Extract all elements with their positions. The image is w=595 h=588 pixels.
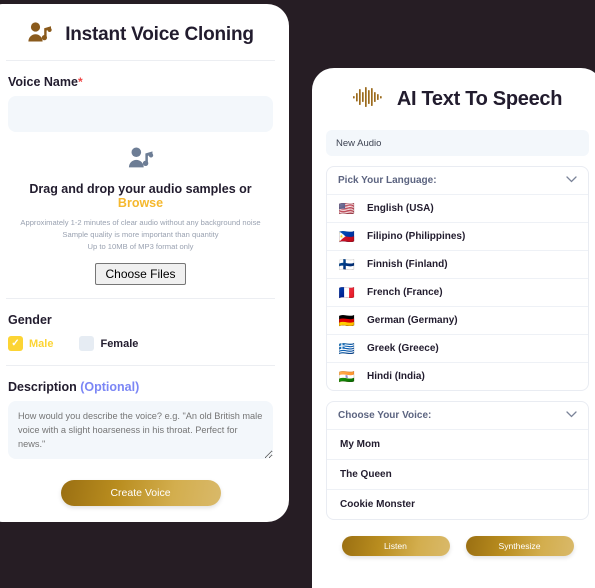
gender-option-female-label: Female bbox=[100, 337, 139, 350]
flag-icon: 🇺🇸 bbox=[338, 201, 356, 216]
voice-option[interactable]: Cookie Monster bbox=[327, 489, 588, 519]
gender-label: Gender bbox=[8, 313, 52, 327]
description-optional-tag: (Optional) bbox=[80, 380, 140, 394]
checkbox-male[interactable]: ✓ bbox=[8, 336, 23, 351]
language-option-label: French (France) bbox=[367, 287, 443, 298]
voice-name-label-text: Voice Name bbox=[8, 75, 78, 89]
tts-title: AI Text To Speech bbox=[396, 87, 563, 110]
dropzone-instruction: Drag and drop your audio samples or bbox=[29, 182, 252, 196]
flag-icon: 🇫🇷 bbox=[338, 285, 356, 300]
person-music-note-icon bbox=[27, 21, 53, 50]
audio-name-input[interactable] bbox=[326, 130, 589, 156]
gender-divider bbox=[6, 365, 275, 366]
flag-icon: 🇵🇭 bbox=[338, 229, 356, 244]
language-option-label: Greek (Greece) bbox=[367, 343, 439, 354]
synthesize-button[interactable]: Synthesize bbox=[465, 536, 574, 556]
description-label: Description (Optional) bbox=[8, 380, 273, 394]
language-option-label: Filipino (Philippines) bbox=[367, 231, 466, 242]
flag-icon: 🇫🇮 bbox=[338, 257, 356, 272]
gender-option-female[interactable]: Female bbox=[79, 336, 138, 351]
dropzone-divider bbox=[6, 298, 275, 299]
voice-name-label: Voice Name* bbox=[8, 75, 273, 89]
language-option[interactable]: 🇮🇳 Hindi (India) bbox=[327, 362, 588, 390]
dropzone-hint: Approximately 1-2 minutes of clear audio… bbox=[20, 218, 261, 227]
dropzone-hints: Approximately 1-2 minutes of clear audio… bbox=[8, 217, 273, 253]
language-panel: Pick Your Language: 🇺🇸 English (USA) 🇵🇭 … bbox=[326, 166, 589, 391]
app-root: Instant Voice Cloning Voice Name* Drag a… bbox=[0, 0, 595, 588]
tts-actions: Listen Synthesize bbox=[326, 536, 589, 556]
dropzone-main-text: Drag and drop your audio samples or Brow… bbox=[8, 182, 273, 210]
chevron-down-icon[interactable] bbox=[566, 410, 577, 421]
dropzone-hint: Sample quality is more important than qu… bbox=[62, 230, 219, 239]
header-divider bbox=[6, 60, 275, 61]
choose-files-button[interactable]: Choose Files bbox=[95, 263, 186, 285]
voice-panel: Choose Your Voice: My Mom The Queen Cook… bbox=[326, 401, 589, 520]
person-music-note-icon bbox=[8, 146, 273, 176]
description-label-text: Description bbox=[8, 380, 77, 394]
language-options-list[interactable]: 🇺🇸 English (USA) 🇵🇭 Filipino (Philippine… bbox=[327, 194, 588, 390]
listen-button[interactable]: Listen bbox=[341, 536, 450, 556]
instant-voice-cloning-card: Instant Voice Cloning Voice Name* Drag a… bbox=[0, 4, 289, 522]
language-option-label: Hindi (India) bbox=[367, 371, 425, 382]
audio-dropzone[interactable]: Drag and drop your audio samples or Brow… bbox=[8, 132, 273, 285]
description-textarea[interactable] bbox=[8, 401, 273, 459]
language-option[interactable]: 🇬🇷 Greek (Greece) bbox=[327, 334, 588, 362]
language-panel-header[interactable]: Pick Your Language: bbox=[327, 167, 588, 194]
language-option[interactable]: 🇫🇮 Finnish (Finland) bbox=[327, 250, 588, 278]
language-option-label: German (Germany) bbox=[367, 315, 458, 326]
voice-name-input[interactable] bbox=[8, 96, 273, 132]
language-option[interactable]: 🇩🇪 German (Germany) bbox=[327, 306, 588, 334]
language-option[interactable]: 🇫🇷 French (France) bbox=[327, 278, 588, 306]
chevron-down-icon[interactable] bbox=[566, 175, 577, 186]
gender-options: ✓ Male Female bbox=[8, 336, 273, 351]
ai-text-to-speech-card: AI Text To Speech Pick Your Language: 🇺🇸… bbox=[312, 68, 595, 588]
voice-cloning-title: Instant Voice Cloning bbox=[65, 24, 254, 45]
audio-waveform-icon bbox=[352, 86, 383, 113]
language-option[interactable]: 🇺🇸 English (USA) bbox=[327, 194, 588, 222]
voice-panel-label: Choose Your Voice: bbox=[338, 410, 432, 421]
browse-link[interactable]: Browse bbox=[118, 196, 163, 210]
voice-panel-header[interactable]: Choose Your Voice: bbox=[327, 402, 588, 429]
gender-option-male-label: Male bbox=[29, 337, 54, 350]
tts-header: AI Text To Speech bbox=[326, 68, 589, 130]
language-option[interactable]: 🇵🇭 Filipino (Philippines) bbox=[327, 222, 588, 250]
dropzone-hint: Up to 10MB of MP3 format only bbox=[87, 242, 194, 251]
create-voice-button[interactable]: Create Voice bbox=[60, 480, 221, 506]
flag-icon: 🇩🇪 bbox=[338, 313, 356, 328]
checkbox-female[interactable] bbox=[79, 336, 95, 351]
flag-icon: 🇬🇷 bbox=[338, 341, 356, 356]
language-panel-label: Pick Your Language: bbox=[338, 175, 437, 186]
voice-cloning-header: Instant Voice Cloning bbox=[8, 4, 273, 60]
voice-option[interactable]: My Mom bbox=[327, 429, 588, 459]
voice-option[interactable]: The Queen bbox=[327, 459, 588, 489]
language-option-label: English (USA) bbox=[367, 203, 434, 214]
required-asterisk: * bbox=[77, 75, 83, 89]
language-option-label: Finnish (Finland) bbox=[367, 259, 448, 270]
gender-option-male[interactable]: ✓ Male bbox=[8, 336, 53, 351]
flag-icon: 🇮🇳 bbox=[338, 369, 356, 384]
